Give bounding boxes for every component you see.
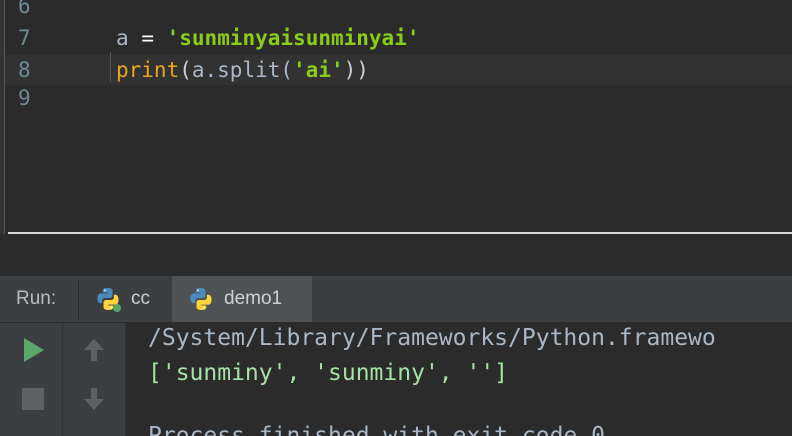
tab-label: cc: [131, 288, 150, 309]
rerun-icon: [24, 338, 44, 362]
rerun-button[interactable]: [18, 335, 48, 365]
arrow-down-icon: [84, 388, 104, 410]
operator-token: =: [141, 26, 154, 50]
line-number: 7: [18, 26, 31, 50]
editor-bottom-area: [0, 234, 792, 276]
scroll-down-button[interactable]: [79, 384, 109, 414]
line-number: 9: [18, 86, 31, 110]
scroll-up-button[interactable]: [79, 335, 109, 365]
tab-demo1[interactable]: demo1: [172, 276, 312, 322]
code-line-6[interactable]: 6: [0, 0, 792, 21]
variable-token: a: [116, 26, 129, 50]
python-icon: [95, 286, 121, 312]
arrow-up-icon: [84, 339, 104, 361]
run-label: Run:: [16, 288, 57, 309]
string-token: 'sunminyaisunminyai': [166, 26, 420, 50]
console-exit-message: Process finished with exit code 0: [148, 423, 605, 436]
code-line-8[interactable]: 8 print(a.split('ai')): [0, 55, 792, 85]
code-content: a = 'sunminyaisunminyai': [116, 23, 420, 53]
string-token: 'ai': [293, 58, 344, 82]
paren-token: (: [179, 58, 192, 82]
tab-cc[interactable]: cc: [79, 276, 171, 322]
indent-guide: [110, 52, 111, 82]
stop-button[interactable]: [18, 384, 48, 414]
code-content: print(a.split('ai')): [116, 55, 369, 85]
expression-token: a.split(: [191, 58, 294, 82]
run-toolbar: [0, 323, 63, 436]
builtin-token: print: [116, 58, 180, 82]
run-console: /System/Library/Frameworks/Python.framew…: [0, 323, 792, 436]
paren-token: )): [343, 58, 369, 82]
code-line-7[interactable]: 7 a = 'sunminyaisunminyai': [0, 23, 792, 53]
code-line-9[interactable]: 9: [0, 83, 792, 113]
line-number: 8: [18, 58, 31, 82]
running-indicator-icon: [113, 304, 121, 312]
ide-window: 6 7 a = 'sunminyaisunminyai' 8 print(a.s…: [0, 0, 792, 436]
panel-splitter[interactable]: [8, 232, 792, 234]
line-number: 6: [18, 0, 31, 18]
console-output-line: ['sunminy', 'sunminy', '']: [148, 360, 509, 386]
console-command-line: /System/Library/Frameworks/Python.framew…: [148, 325, 716, 351]
stop-icon: [22, 388, 44, 410]
tab-label: demo1: [224, 288, 283, 309]
run-tool-header: Run: cc demo1: [0, 276, 792, 323]
python-icon: [188, 286, 214, 312]
code-editor[interactable]: 6 7 a = 'sunminyaisunminyai' 8 print(a.s…: [0, 0, 792, 232]
console-toolbar: [63, 323, 126, 436]
